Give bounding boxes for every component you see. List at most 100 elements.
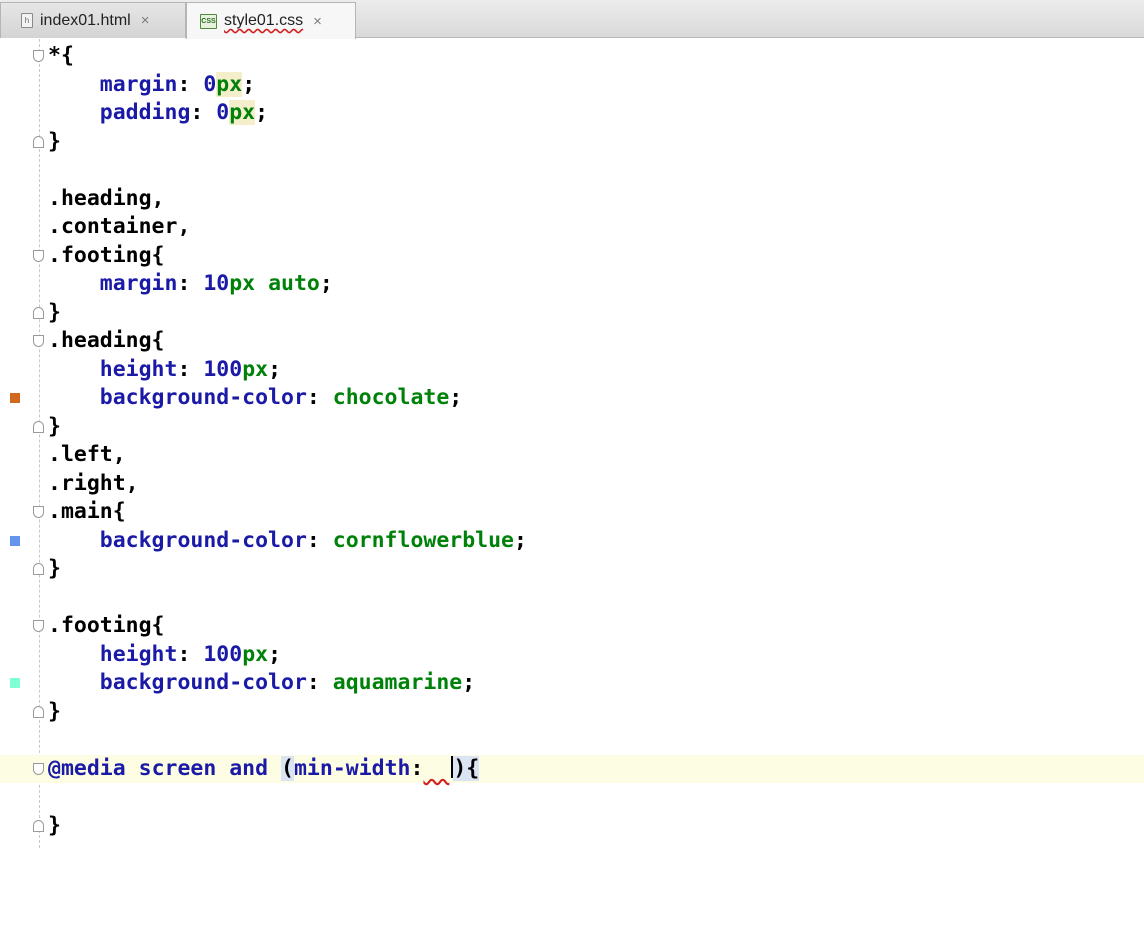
- code-text: *{: [48, 43, 74, 68]
- code-line: margin: 0px;: [0, 71, 1144, 100]
- css-number: 100: [203, 641, 243, 667]
- fold-toggle-icon[interactable]: [33, 50, 44, 62]
- fold-toggle-icon[interactable]: [33, 506, 44, 518]
- color-swatch-icon[interactable]: [10, 393, 20, 403]
- code-text: .footing{: [48, 242, 165, 268]
- tab-index01-html[interactable]: h index01.html ×: [0, 2, 186, 38]
- code-line: .left,: [0, 441, 1144, 470]
- colon: :: [410, 755, 424, 781]
- css-media-type: screen and: [138, 755, 269, 781]
- code-line: height: 100px;: [0, 641, 1144, 670]
- css-property: background-color: [99, 527, 307, 553]
- syntax-error-marker: [423, 756, 449, 781]
- code-line: }: [0, 555, 1144, 584]
- close-paren: ){: [453, 755, 480, 781]
- code-text: }: [48, 299, 61, 325]
- close-icon[interactable]: ×: [313, 13, 322, 30]
- code-text: .main{: [48, 499, 126, 524]
- code-line: background-color: chocolate;: [0, 384, 1144, 413]
- code-text: background-color: chocolate;: [99, 385, 463, 410]
- tab-style01-css[interactable]: CSS style01.css ×: [186, 2, 356, 39]
- code-line: margin: 10px auto;: [0, 270, 1144, 299]
- css-unit: px: [229, 100, 256, 125]
- css-number: 0: [203, 71, 217, 97]
- code-line: .right,: [0, 470, 1144, 499]
- fold-toggle-icon[interactable]: [33, 563, 44, 575]
- code-line: .heading{: [0, 327, 1144, 356]
- close-icon[interactable]: ×: [141, 12, 150, 29]
- css-unit: px: [229, 271, 256, 296]
- code-line: height: 100px;: [0, 356, 1144, 385]
- code-line: *{: [0, 42, 1144, 71]
- css-unit: px: [242, 356, 269, 382]
- css-at-rule: @media: [48, 755, 126, 781]
- fold-toggle-icon[interactable]: [33, 762, 44, 775]
- css-property: padding: [99, 100, 191, 125]
- css-property: background-color: [99, 385, 307, 410]
- code-line: }: [0, 698, 1144, 727]
- css-unit: px: [216, 71, 243, 97]
- css-property: margin: [99, 271, 178, 296]
- code-line: .footing{: [0, 242, 1144, 271]
- css-value: aquamarine: [332, 670, 463, 695]
- css-unit: px: [242, 641, 269, 667]
- tab-label: index01.html: [40, 11, 131, 29]
- css-property: background-color: [99, 670, 307, 695]
- current-code-line: @media screen and (min-width: ){: [0, 754, 1144, 784]
- code-line: .heading,: [0, 185, 1144, 214]
- code-text: height: 100px;: [99, 641, 282, 667]
- code-line: .main{: [0, 498, 1144, 527]
- code-line: padding: 0px;: [0, 99, 1144, 128]
- code-text: background-color: aquamarine;: [99, 670, 476, 695]
- code-text: margin: 10px auto;: [99, 271, 333, 296]
- code-text: height: 100px;: [99, 356, 282, 382]
- code-editor[interactable]: *{ margin: 0px; padding: 0px; } .heading…: [0, 39, 1144, 848]
- code-text: .left,: [48, 442, 126, 467]
- code-line: }: [0, 413, 1144, 442]
- color-swatch-icon[interactable]: [10, 535, 20, 546]
- fold-toggle-icon[interactable]: [33, 705, 44, 718]
- css-number: 100: [203, 356, 243, 382]
- code-line: }: [0, 128, 1144, 157]
- css-file-icon: CSS: [200, 13, 217, 29]
- css-value: auto: [268, 271, 320, 296]
- code-text: .heading{: [48, 328, 165, 353]
- code-text: }: [48, 128, 61, 154]
- code-text: @media screen and (min-width: ){: [48, 755, 480, 784]
- html-file-icon: h: [21, 13, 33, 28]
- code-line: }: [0, 812, 1144, 841]
- css-number: 10: [203, 271, 230, 296]
- css-value: chocolate: [332, 385, 450, 410]
- fold-toggle-icon[interactable]: [33, 819, 44, 832]
- css-media-feature: min-width: [293, 755, 411, 781]
- code-text: }: [48, 556, 61, 581]
- open-paren: (: [281, 755, 294, 781]
- code-text: background-color: cornflowerblue;: [99, 527, 527, 553]
- editor-tab-bar: h index01.html × CSS style01.css ×: [0, 0, 1144, 39]
- css-value: cornflowerblue: [332, 527, 514, 553]
- fold-toggle-icon[interactable]: [33, 306, 44, 319]
- code-text: }: [48, 698, 61, 724]
- css-number: 0: [216, 100, 230, 125]
- code-text: .heading,: [48, 185, 165, 211]
- code-text: .right,: [48, 470, 139, 496]
- fold-toggle-icon[interactable]: [33, 335, 44, 347]
- fold-toggle-icon[interactable]: [33, 249, 44, 262]
- css-property: height: [99, 641, 178, 667]
- code-text: }: [48, 413, 61, 439]
- code-text: padding: 0px;: [99, 100, 269, 125]
- code-text: .container,: [48, 214, 191, 239]
- fold-toggle-icon[interactable]: [33, 620, 44, 632]
- code-text: margin: 0px;: [99, 71, 256, 97]
- code-text: }: [48, 812, 61, 838]
- css-property: margin: [99, 71, 178, 97]
- code-line: background-color: aquamarine;: [0, 669, 1144, 698]
- fold-toggle-icon[interactable]: [33, 135, 44, 148]
- code-line: .footing{: [0, 612, 1144, 641]
- code-line: background-color: cornflowerblue;: [0, 527, 1144, 556]
- code-line: }: [0, 299, 1144, 328]
- color-swatch-icon[interactable]: [10, 678, 20, 688]
- fold-toggle-icon[interactable]: [33, 420, 44, 433]
- css-property: height: [99, 356, 178, 382]
- code-line: .container,: [0, 213, 1144, 242]
